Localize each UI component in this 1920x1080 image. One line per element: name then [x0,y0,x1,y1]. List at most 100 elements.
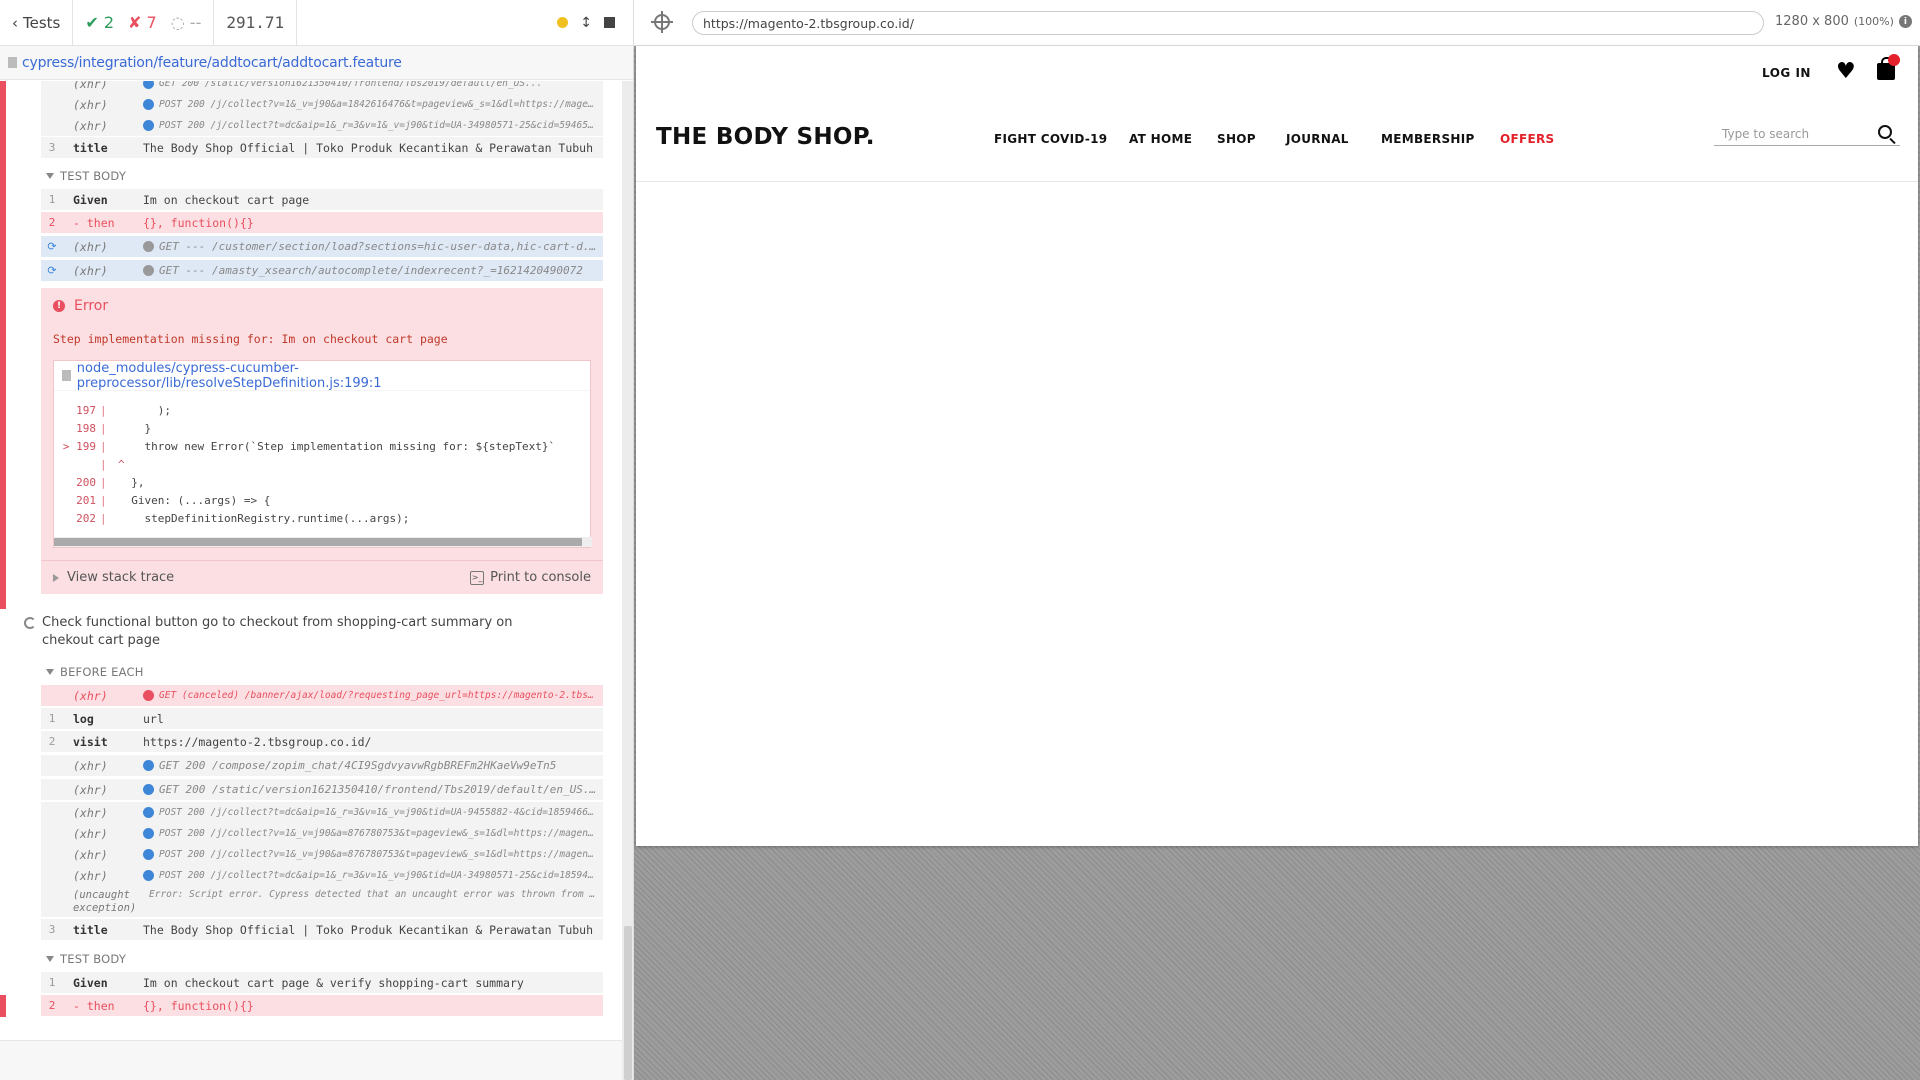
code-line: 197 | ); [76,403,171,417]
test-body-header[interactable]: TEST BODY [46,952,126,966]
code-frame-file-link[interactable]: node_modules/cypress-cucumber-preprocess… [54,361,590,391]
status-dot-icon [143,120,154,131]
search-icon[interactable] [1878,125,1892,139]
caret-down-icon [46,669,54,675]
command-row-failed[interactable]: 2- then {}, function(){} [41,212,603,234]
scrollbar-thumb[interactable] [54,538,582,546]
view-stack-trace-button[interactable]: View stack trace [53,570,174,585]
run-controls: ↕ [557,15,633,31]
heart-icon[interactable]: ♥ [1836,61,1856,83]
status-dot-icon [143,870,154,881]
status-dot-icon [143,265,154,276]
site-search-input[interactable]: Type to search [1714,122,1900,146]
error-panel: ! Error Step implementation missing for: … [41,288,603,594]
test-title[interactable]: Check functional button go to checkout f… [24,614,564,650]
file-icon [62,370,71,381]
command-row[interactable]: (xhr) POST 200 /j/collect?v=1&_v=j90&a=87… [41,844,603,866]
terminal-icon: >_ [470,570,485,585]
error-footer: View stack trace >_ Print to console [41,560,603,594]
command-row[interactable]: (xhr) POST 200 /j/collect?t=dc&aip=1&_r=3… [41,802,603,824]
command-row[interactable]: 1 log url [41,708,603,730]
command-row[interactable]: (xhr) POST 200 /j/collect?t=dc&aip=1&_r=3… [41,865,603,887]
exclamation-icon: ! [53,300,65,312]
cart-badge [1888,54,1900,66]
aut-stage: LOG IN ♥ THE BODY SHOP. FIGHT COVID-19 A… [634,46,1920,1080]
search-placeholder: Type to search [1722,126,1810,141]
command-row[interactable]: (xhr) GET 200 /compose/zopim_chat/4CI9Sgd… [41,755,603,777]
before-each-header[interactable]: BEFORE EACH [46,665,144,679]
nav-at-home[interactable]: AT HOME [1129,132,1192,146]
test-body-header[interactable]: TEST BODY [46,169,126,183]
runnables: (xhr) GET 200 /static/version1621350410/f… [0,81,622,1041]
nav-fight-covid[interactable]: FIGHT COVID-19 [994,132,1107,146]
viewport-scale: (100%) [1853,15,1894,28]
status-dot-icon [143,81,154,89]
caret-down-icon [46,173,54,179]
command-row[interactable]: (xhr) GET 200 /static/version1621350410/f… [41,81,603,95]
command-row[interactable]: (xhr) POST 200 /j/collect?v=1&_v=j90&a=87… [41,823,603,845]
command-row[interactable]: 1 Given Im on checkout cart page & verify … [41,972,603,994]
command-row[interactable]: 3 title The Body Shop Official | Toko Prod… [41,919,603,941]
nav-shop[interactable]: SHOP [1217,132,1256,146]
cypress-runner: ‹ Tests ✔ 2 ✘ 7 ◌ -- 291.71 ↕ cypress/in… [0,0,1920,1080]
command-row-pending[interactable]: ⟳ (xhr) GET --- /customer/section/load?sec… [41,236,603,258]
error-title: ! Error [53,298,108,314]
caret-down-icon [46,956,54,962]
command-row[interactable]: (xhr) POST 200 /j/collect?t=dc&aip=1&_r=3… [41,115,603,137]
login-link[interactable]: LOG IN [1762,66,1811,80]
status-dot-icon [143,807,154,818]
command-row-exception[interactable]: (uncaught exception) Error: Script error.… [41,886,603,918]
code-line: 200 | }, [76,475,145,489]
selector-playground-crosshair-icon[interactable] [651,11,673,33]
autoscroll-toggle-icon[interactable]: ↕ [580,15,592,31]
reporter-panel: ‹ Tests ✔ 2 ✘ 7 ◌ -- 291.71 ↕ cypress/in… [0,0,634,1080]
scrollbar-thumb[interactable] [624,926,632,1080]
test-fail-indicator [0,81,6,609]
aut-header: https://magento-2.tbsgroup.co.id/ 1280 x… [634,0,1920,46]
code-frame-scrollbar[interactable] [54,537,592,547]
check-icon: ✔ [85,13,99,32]
spinner-icon: ⟳ [47,264,57,277]
code-line-caret: | ^ [100,457,125,471]
stop-button[interactable] [604,17,615,28]
code-line: 198 | } [76,421,152,435]
command-row[interactable]: 2 visit https://magento-2.tbsgroup.co.id/ [41,731,603,753]
nav-membership[interactable]: MEMBERSHIP [1381,132,1475,146]
url-bar[interactable]: https://magento-2.tbsgroup.co.id/ [692,11,1764,35]
print-to-console-button[interactable]: >_ Print to console [470,570,591,585]
command-row[interactable]: (xhr) GET 200 /static/version1621350410/f… [41,779,603,801]
duration: 291.71 [214,0,298,46]
caret-right-icon [53,573,59,582]
status-dot-icon [143,690,154,701]
passed-count[interactable]: ✔ 2 [85,13,114,32]
tests-label: Tests [23,13,61,32]
status-dot-icon [143,784,154,795]
command-row[interactable]: 1 Given Im on checkout cart page [41,189,603,211]
app-under-test: https://magento-2.tbsgroup.co.id/ 1280 x… [634,0,1920,1080]
tests-button[interactable]: ‹ Tests [0,0,74,46]
viewport-info: 1280 x 800 (100%) i [1775,14,1912,29]
command-row[interactable]: (xhr) POST 200 /j/collect?v=1&_v=j90&a=18… [41,94,603,116]
code-line: 201 | Given: (...args) => { [76,493,271,507]
spec-path[interactable]: cypress/integration/feature/addtocart/ad… [0,46,633,80]
pending-count[interactable]: ◌ -- [171,13,202,32]
site-logo[interactable]: THE BODY SHOP. [656,124,875,150]
info-icon[interactable]: i [1898,15,1912,28]
command-row[interactable]: 3 title The Body Shop Official | Toko Prod… [41,137,603,159]
nav-offers[interactable]: OFFERS [1500,132,1554,146]
reporter-footer [0,1040,622,1080]
status-dot-icon [143,760,154,771]
code-lines: 197 | ); 198 | } > 199 | throw new Error(`S… [54,401,592,527]
code-frame: node_modules/cypress-cucumber-preprocess… [53,360,592,548]
command-row-failed[interactable]: 2- then {}, function(){} [41,995,603,1017]
running-refresh-icon [24,617,36,629]
command-row-pending[interactable]: ⟳ (xhr) GET --- /amasty_xsearch/autocomple… [41,260,603,282]
viewport-size: 1280 x 800 [1775,14,1849,29]
nav-journal[interactable]: JOURNAL [1286,132,1349,146]
test-fail-indicator [0,995,6,1017]
spec-path-text: cypress/integration/feature/addtocart/ad… [22,54,402,71]
file-icon [8,57,17,68]
code-line: 202 | stepDefinitionRegistry.runtime(...a… [76,511,410,525]
failed-count[interactable]: ✘ 7 [128,13,157,32]
command-row-failed[interactable]: (xhr) GET (canceled) /banner/ajax/load/?r… [41,685,603,707]
